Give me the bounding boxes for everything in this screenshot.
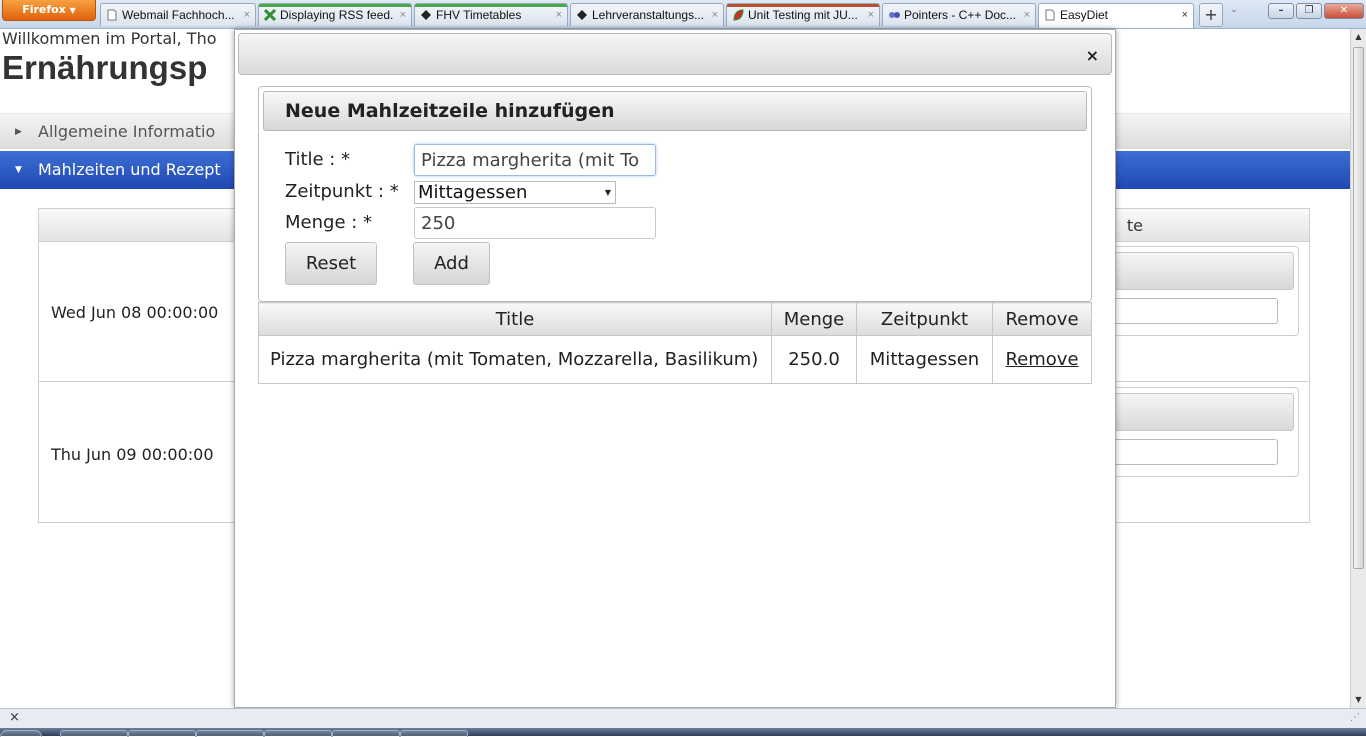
tab-label: Pointers - C++ Doc... <box>904 8 1017 22</box>
cell-menge: 250.0 <box>771 335 857 384</box>
browser-tab-fhv-timetables[interactable]: FHV Timetables × <box>414 3 568 26</box>
browser-tab-strip: Firefox ▼ Webmail Fachhoch... × Displayi… <box>0 0 1366 29</box>
meal-lines-table: Title Menge Zeitpunkt Remove Pizza margh… <box>258 302 1092 384</box>
firefox-menu-button[interactable]: Firefox ▼ <box>2 0 96 21</box>
tab-list-chevron-icon[interactable]: ⌄ <box>1227 5 1241 21</box>
dropdown-arrow-icon: ▼ <box>604 188 611 197</box>
row-meal-box <box>1099 246 1299 336</box>
cell-remove: Remove <box>992 335 1092 384</box>
fhv-icon <box>421 10 431 20</box>
add-meal-form: Neue Mahlzeitzeile hinzufügen Title : * … <box>258 86 1092 302</box>
row-meal-box-header[interactable] <box>1106 252 1294 290</box>
row-meal-box <box>1099 387 1299 477</box>
tab-close-icon[interactable]: × <box>1182 4 1188 26</box>
column-header-zeitpunkt[interactable]: Zeitpunkt <box>856 302 993 336</box>
tab-label: Lehrveranstaltungs... <box>592 8 705 22</box>
new-tab-button[interactable]: + <box>1199 3 1223 27</box>
accordion-label: Allgemeine Informatio <box>38 122 216 141</box>
column-header-title[interactable]: Title <box>258 302 772 336</box>
browser-tab-webmail[interactable]: Webmail Fachhoch... × <box>100 3 256 26</box>
row-date: Thu Jun 09 00:00:00 <box>51 445 214 464</box>
page-icon <box>107 9 117 21</box>
zeitpunkt-label: Zeitpunkt : * <box>285 181 399 202</box>
add-meal-dialog: × Neue Mahlzeitzeile hinzufügen Title : … <box>234 29 1116 708</box>
form-header: Neue Mahlzeitzeile hinzufügen <box>263 91 1087 131</box>
tab-close-icon[interactable]: × <box>1024 4 1030 26</box>
panel-header-text: te <box>1126 216 1143 235</box>
scrollbar-thumb[interactable] <box>1353 47 1364 569</box>
tab-label: Unit Testing mit JU... <box>748 8 858 22</box>
tab-label: EasyDiet <box>1060 8 1109 22</box>
dialog-titlebar[interactable]: × <box>238 33 1112 75</box>
tab-label: Displaying RSS feed... <box>280 8 393 22</box>
table-header-row: Title Menge Zeitpunkt Remove <box>258 302 1092 336</box>
table-row: Pizza margherita (mit Tomaten, Mozzarell… <box>258 335 1092 384</box>
firefox-menu-label: Firefox <box>22 3 66 16</box>
fhv-icon <box>577 10 587 20</box>
triangle-right-icon: ▶ <box>15 127 22 137</box>
reset-button[interactable]: Reset <box>285 242 377 285</box>
menge-input[interactable] <box>414 207 656 239</box>
row-date: Wed Jun 08 00:00:00 <box>51 303 219 322</box>
tab-close-icon[interactable]: × <box>400 4 406 26</box>
title-input[interactable] <box>414 144 656 176</box>
column-header-remove[interactable]: Remove <box>992 302 1092 336</box>
tab-close-icon[interactable]: × <box>556 4 562 26</box>
close-window-button[interactable]: ✕ <box>1324 3 1364 19</box>
browser-status-bar: × ⋰ <box>0 708 1366 729</box>
row-meal-box-header[interactable] <box>1106 393 1294 431</box>
cell-zeitpunkt: Mittagessen <box>856 335 993 384</box>
maximize-button[interactable]: ❐ <box>1296 3 1322 19</box>
page-title: Ernährungsp <box>2 49 208 86</box>
minimize-button[interactable]: – <box>1268 3 1294 19</box>
green-x-icon <box>264 9 276 21</box>
vertical-scrollbar[interactable]: ▲ ▼ <box>1350 29 1366 708</box>
remove-link[interactable]: Remove <box>1005 349 1078 370</box>
page-icon <box>1045 9 1055 21</box>
browser-tab-unit-testing[interactable]: Unit Testing mit JU... × <box>726 3 880 26</box>
zeitpunkt-selected-value: Mittagessen <box>418 182 528 203</box>
cell-title: Pizza margherita (mit Tomaten, Mozzarell… <box>258 335 772 384</box>
scroll-up-icon[interactable]: ▲ <box>1351 29 1366 45</box>
tab-label: Webmail Fachhoch... <box>122 8 235 22</box>
triangle-down-icon: ▼ <box>15 165 22 175</box>
browser-tab-rss[interactable]: Displaying RSS feed... × <box>258 3 412 26</box>
title-label: Title : * <box>285 149 351 170</box>
cpp-icon <box>889 12 900 18</box>
close-icon[interactable]: × <box>9 710 20 725</box>
red-leaf-icon <box>733 9 744 21</box>
tab-close-icon[interactable]: × <box>712 4 718 26</box>
accordion-label: Mahlzeiten und Rezept <box>38 160 221 179</box>
resize-grip-icon[interactable]: ⋰ <box>1350 712 1362 724</box>
zeitpunkt-select[interactable]: Mittagessen ▼ <box>414 181 616 204</box>
scroll-down-icon[interactable]: ▼ <box>1351 692 1366 708</box>
browser-tab-lehrveranstaltungen[interactable]: Lehrveranstaltungs... × <box>570 3 724 26</box>
tab-label: FHV Timetables <box>436 8 522 22</box>
column-header-menge[interactable]: Menge <box>771 302 857 336</box>
tab-close-icon[interactable]: × <box>868 4 874 26</box>
menge-label: Menge : * <box>285 212 373 233</box>
browser-tab-easydiet[interactable]: EasyDiet × <box>1038 3 1194 28</box>
browser-tab-pointers[interactable]: Pointers - C++ Doc... × <box>882 3 1036 26</box>
welcome-text: Willkommen im Portal, Tho <box>2 29 217 48</box>
row-meal-input[interactable] <box>1106 439 1278 465</box>
os-taskbar <box>0 728 1366 737</box>
close-icon[interactable]: × <box>1086 46 1099 65</box>
row-meal-input[interactable] <box>1106 298 1278 324</box>
add-button[interactable]: Add <box>413 242 490 285</box>
tab-close-icon[interactable]: × <box>244 4 250 26</box>
chevron-down-icon: ▼ <box>69 6 76 15</box>
